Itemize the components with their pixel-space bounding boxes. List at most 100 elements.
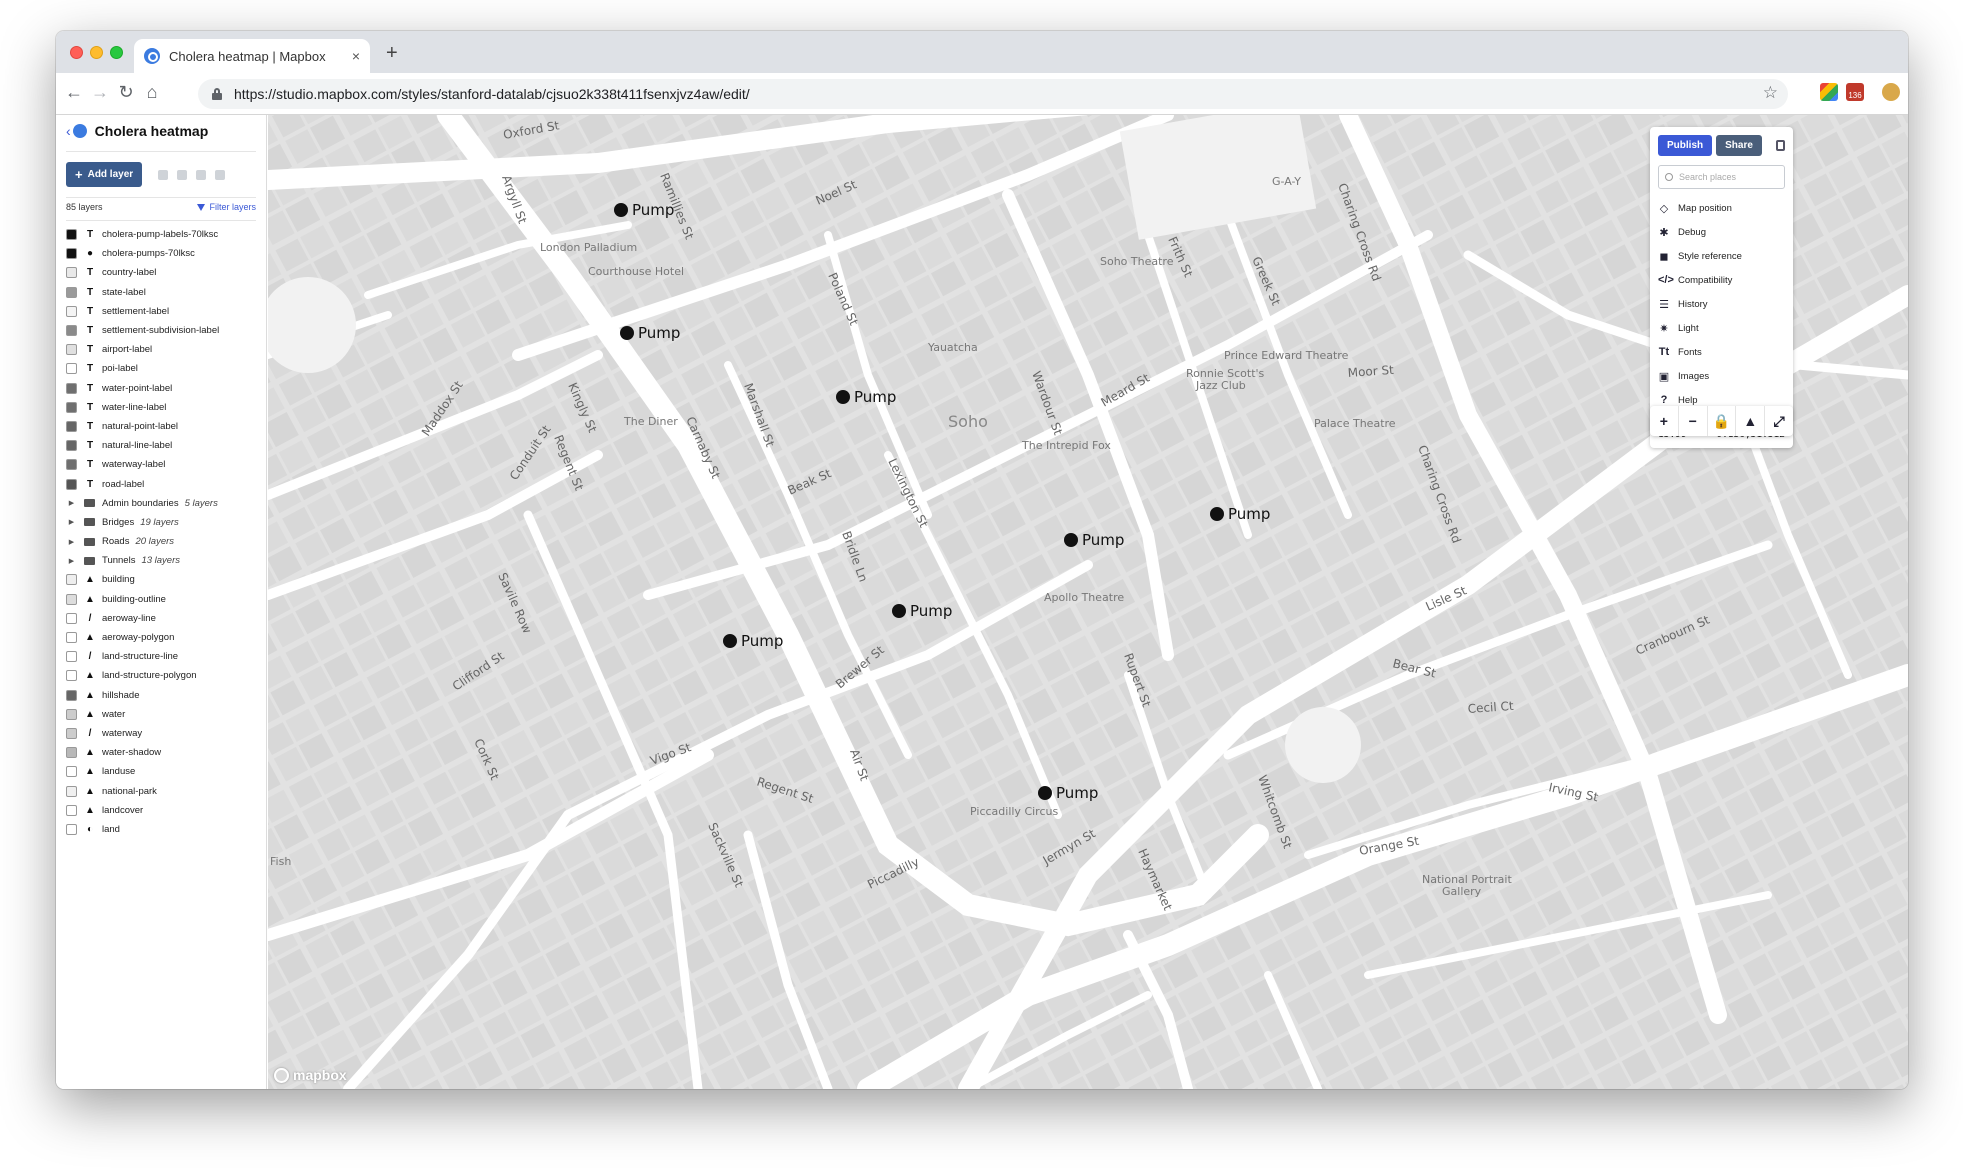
add-layer-button[interactable]: + Add layer xyxy=(66,162,143,187)
pump-marker[interactable]: Pump xyxy=(1038,784,1098,802)
expand-chevron-icon[interactable]: ▶ xyxy=(66,499,77,507)
expand-chevron-icon[interactable]: ▶ xyxy=(66,518,77,526)
layer-row[interactable]: ▲ water-shadow xyxy=(56,743,266,762)
print-icon[interactable] xyxy=(1775,140,1785,151)
layer-row[interactable]: Tsettlement-label xyxy=(56,302,266,321)
menu-item-images[interactable]: ▣ Images xyxy=(1658,364,1785,388)
pump-marker[interactable]: Pump xyxy=(620,324,680,342)
layer-row[interactable]: ▲ water xyxy=(56,705,266,724)
extension-google-icon[interactable] xyxy=(1820,83,1838,101)
layer-row[interactable]: ▲ building xyxy=(56,570,266,589)
layer-row[interactable]: / waterway xyxy=(56,724,266,743)
minimize-window-button[interactable] xyxy=(90,46,103,59)
layer-row[interactable]: Twater-line-label xyxy=(56,398,266,417)
compass-button[interactable]: ▲ xyxy=(1736,406,1766,436)
expand-chevron-icon[interactable]: ▶ xyxy=(66,538,77,546)
poi-label: Courthouse Hotel xyxy=(588,265,684,278)
share-button[interactable]: Share xyxy=(1716,135,1762,156)
layer-row[interactable]: ▲ landuse xyxy=(56,762,266,781)
zoom-out-button[interactable]: − xyxy=(1679,406,1708,436)
layer-row[interactable]: ◐ land xyxy=(56,820,266,839)
layer-row[interactable]: Tnatural-line-label xyxy=(56,436,266,455)
fullscreen-button[interactable]: ⤢ xyxy=(1765,406,1793,436)
style-title[interactable]: Cholera heatmap xyxy=(95,123,209,139)
menu-item-light[interactable]: ✷ Light xyxy=(1658,316,1785,340)
layer-color-swatch xyxy=(66,478,77,490)
pump-marker[interactable]: Pump xyxy=(1064,531,1124,549)
layer-row[interactable]: Twater-point-label xyxy=(56,379,266,398)
group-layer-icon[interactable] xyxy=(177,169,188,180)
hide-layer-icon[interactable] xyxy=(196,169,207,180)
zoom-in-button[interactable]: + xyxy=(1650,406,1679,436)
menu-item-debug[interactable]: ✱ Debug xyxy=(1658,220,1785,244)
menu-item-fonts[interactable]: Tt Fonts xyxy=(1658,340,1785,364)
menu-item-map-position[interactable]: ◇ Map position xyxy=(1658,196,1785,220)
layer-type-icon: ▲ xyxy=(85,689,95,701)
pump-marker[interactable]: Pump xyxy=(1210,505,1270,523)
folder-icon xyxy=(84,499,95,508)
browser-tab[interactable]: Cholera heatmap | Mapbox × xyxy=(134,39,370,73)
expand-chevron-icon[interactable]: ▶ xyxy=(66,557,77,565)
menu-item-style-reference[interactable]: ◼ Style reference xyxy=(1658,244,1785,268)
menu-item-compatibility[interactable]: </> Compatibility xyxy=(1658,268,1785,292)
pump-label: Pump xyxy=(741,632,784,650)
layer-row[interactable]: ▲ land-structure-polygon xyxy=(56,666,266,685)
back-button[interactable]: ← xyxy=(62,82,86,103)
filter-layers-button[interactable]: Filter layers xyxy=(197,202,256,212)
layer-row[interactable]: Troad-label xyxy=(56,474,266,493)
maximize-window-button[interactable] xyxy=(110,46,123,59)
layer-group-row[interactable]: ▶ Admin boundaries 5 layers xyxy=(56,494,266,513)
menu-item-history[interactable]: ☰ History xyxy=(1658,292,1785,316)
delete-layer-icon[interactable] xyxy=(215,169,226,180)
close-window-button[interactable] xyxy=(70,46,83,59)
layer-row[interactable]: Tstate-label xyxy=(56,283,266,302)
new-tab-button[interactable]: + xyxy=(386,42,398,65)
layer-group-row[interactable]: ▶ Roads 20 layers xyxy=(56,532,266,551)
layer-name: waterway-label xyxy=(102,459,166,471)
layer-row[interactable]: Tnatural-point-label xyxy=(56,417,266,436)
poi-label: Palace Theatre xyxy=(1314,417,1396,430)
map-canvas[interactable]: Oxford St Argyll St Ramillies St Noel St… xyxy=(268,115,1908,1089)
map-tools-panel: Publish Share Search places ◇ Map positio… xyxy=(1650,127,1793,448)
back-chevron-icon[interactable]: ‹ xyxy=(66,123,71,139)
mapbox-logo[interactable]: mapbox xyxy=(274,1067,347,1083)
layer-row[interactable]: Tsettlement-subdivision-label xyxy=(56,321,266,340)
layer-row[interactable]: Tcountry-label xyxy=(56,263,266,282)
pump-marker[interactable]: Pump xyxy=(723,632,783,650)
layer-row[interactable]: Tairport-label xyxy=(56,340,266,359)
publish-button[interactable]: Publish xyxy=(1658,135,1713,156)
layer-name: hillshade xyxy=(102,689,140,701)
layer-row[interactable]: / aeroway-line xyxy=(56,609,266,628)
layer-count: 85 layers xyxy=(66,202,103,212)
layer-row[interactable]: Twaterway-label xyxy=(56,455,266,474)
layer-row[interactable]: ▲ hillshade xyxy=(56,686,266,705)
pump-marker[interactable]: Pump xyxy=(836,388,896,406)
home-button[interactable]: ⌂ xyxy=(140,82,164,103)
layer-row[interactable]: Tpoi-label xyxy=(56,359,266,378)
pump-marker[interactable]: Pump xyxy=(614,201,674,219)
layer-row[interactable]: ▲ building-outline xyxy=(56,590,266,609)
reload-button[interactable]: ↻ xyxy=(114,82,138,103)
pump-marker[interactable]: Pump xyxy=(892,602,952,620)
extension-calendar-icon[interactable]: 136 xyxy=(1846,83,1864,101)
extension-burger-icon[interactable] xyxy=(1882,83,1900,101)
address-bar[interactable]: https://studio.mapbox.com/styles/stanfor… xyxy=(198,79,1788,109)
plus-icon: + xyxy=(75,167,83,182)
duplicate-layer-icon[interactable] xyxy=(158,169,169,180)
forward-button[interactable]: → xyxy=(88,82,112,103)
lock-button[interactable]: 🔒 xyxy=(1708,406,1737,436)
layer-group-row[interactable]: ▶ Bridges 19 layers xyxy=(56,513,266,532)
layer-group-row[interactable]: ▶ Tunnels 13 layers xyxy=(56,551,266,570)
layer-row[interactable]: ▲ landcover xyxy=(56,801,266,820)
layer-row[interactable]: ▲ national-park xyxy=(56,781,266,800)
layer-name: airport-label xyxy=(102,344,153,356)
tab-close-icon[interactable]: × xyxy=(352,48,360,64)
layer-name: aeroway-polygon xyxy=(102,632,175,644)
layer-row[interactable]: ▲ aeroway-polygon xyxy=(56,628,266,647)
layer-row[interactable]: / land-structure-line xyxy=(56,647,266,666)
layer-row[interactable]: ● cholera-pumps-70lksc xyxy=(56,244,266,263)
bookmark-star-icon[interactable]: ☆ xyxy=(1763,83,1778,103)
help-icon: ? xyxy=(1660,394,1668,406)
layer-row[interactable]: Tcholera-pump-labels-70lksc xyxy=(56,225,266,244)
search-places-input[interactable]: Search places xyxy=(1658,165,1785,189)
